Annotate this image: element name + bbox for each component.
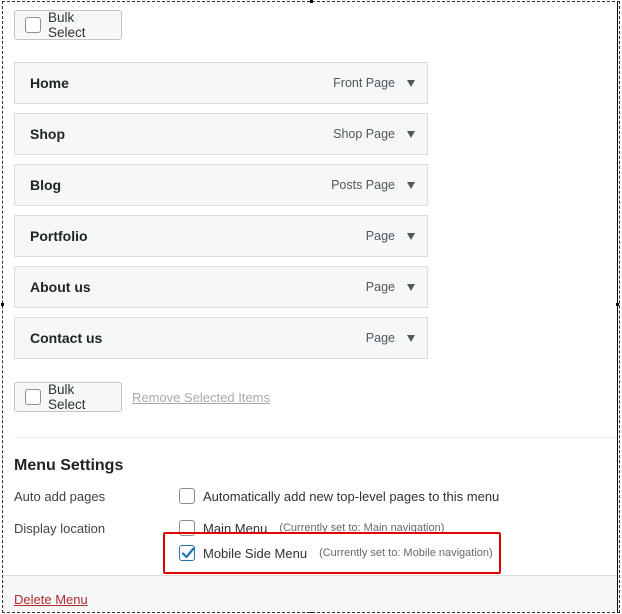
- menu-footer: [3, 575, 617, 612]
- expand-arrow-icon[interactable]: [407, 232, 415, 240]
- menu-settings-title: Menu Settings: [14, 457, 124, 474]
- frame-handle: [1, 303, 4, 306]
- frame-handle: [616, 303, 619, 306]
- menu-item-type: Page: [365, 229, 395, 243]
- display-location-label: Display location: [14, 521, 106, 536]
- menu-item-shop[interactable]: Shop Shop Page: [14, 113, 428, 155]
- expand-arrow-icon[interactable]: [407, 283, 415, 291]
- frame-handle: [310, 0, 313, 3]
- bulk-select-label: Bulk Select: [48, 10, 86, 40]
- menu-item-type: Page: [365, 331, 395, 345]
- delete-menu-link[interactable]: Delete Menu: [14, 592, 88, 607]
- menu-item-title: About us: [30, 279, 91, 295]
- bulk-select-checkbox[interactable]: [25, 17, 41, 33]
- expand-arrow-icon[interactable]: [407, 334, 415, 342]
- mobile-side-menu-note: (Currently set to: Mobile navigation): [319, 547, 493, 559]
- menu-item-title: Home: [30, 75, 69, 91]
- location-main-menu-option[interactable]: Main Menu (Currently set to: Main navigat…: [179, 520, 444, 536]
- menu-item-portfolio[interactable]: Portfolio Page: [14, 215, 428, 257]
- auto-add-pages-option[interactable]: Automatically add new top-level pages to…: [179, 488, 499, 504]
- main-menu-checkbox[interactable]: [179, 520, 195, 536]
- menu-item-title: Blog: [30, 177, 62, 193]
- menu-item-home[interactable]: Home Front Page: [14, 62, 428, 104]
- menu-item-type: Page: [365, 280, 395, 294]
- bulk-select-button-top[interactable]: Bulk Select: [14, 10, 122, 40]
- mobile-side-menu-checkbox[interactable]: [179, 545, 195, 561]
- bulk-select-button-bottom[interactable]: Bulk Select: [14, 382, 122, 412]
- section-divider: [14, 437, 617, 438]
- menu-item-title: Portfolio: [30, 228, 88, 244]
- checkmark-icon: [181, 547, 195, 559]
- menu-item-type: Front Page: [333, 76, 395, 90]
- menu-item-title: Contact us: [30, 330, 103, 346]
- menu-item-about-us[interactable]: About us Page: [14, 266, 428, 308]
- location-mobile-side-menu-option[interactable]: Mobile Side Menu (Currently set to: Mobil…: [179, 545, 493, 561]
- main-menu-name: Main Menu: [203, 520, 268, 536]
- menu-item-contact-us[interactable]: Contact us Page: [14, 317, 428, 359]
- panel-edge: [617, 1, 618, 613]
- menu-item-title: Shop: [30, 126, 65, 142]
- menu-item-type: Shop Page: [333, 127, 395, 141]
- expand-arrow-icon[interactable]: [407, 181, 415, 189]
- remove-selected-items-link[interactable]: Remove Selected Items: [132, 390, 270, 405]
- bulk-select-checkbox[interactable]: [25, 389, 41, 405]
- mobile-side-menu-name: Mobile Side Menu: [203, 545, 308, 561]
- expand-arrow-icon[interactable]: [407, 79, 415, 87]
- bulk-select-label: Bulk Select: [48, 382, 86, 412]
- expand-arrow-icon[interactable]: [407, 130, 415, 138]
- menu-item-type: Posts Page: [331, 178, 395, 192]
- auto-add-pages-label: Auto add pages: [14, 489, 106, 504]
- auto-add-pages-checkbox[interactable]: [179, 488, 195, 504]
- menu-item-blog[interactable]: Blog Posts Page: [14, 164, 428, 206]
- auto-add-pages-text: Automatically add new top-level pages to…: [203, 488, 500, 504]
- main-menu-note: (Currently set to: Main navigation): [279, 522, 445, 534]
